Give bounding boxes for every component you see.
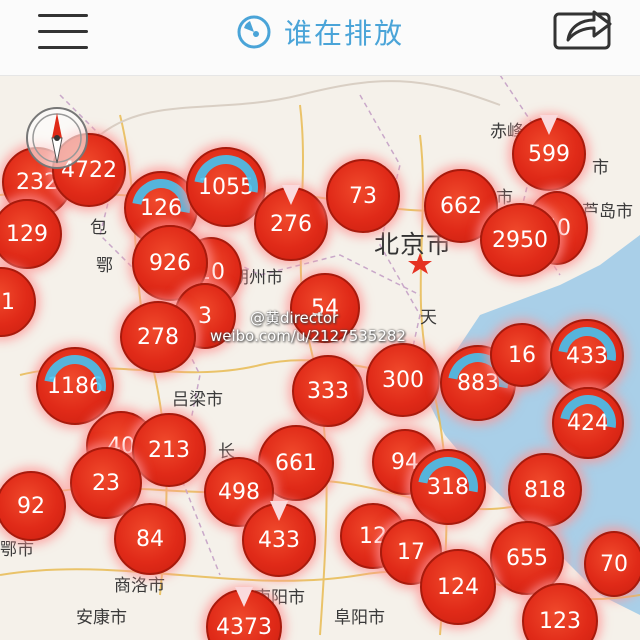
place-e: 鄂 — [96, 256, 113, 276]
watermark-line-1: @黄director — [250, 309, 339, 327]
emission-marker[interactable]: 333 — [292, 355, 364, 427]
place-fuyang: 阜阳市 — [334, 608, 385, 628]
emission-marker[interactable]: 276 — [254, 187, 328, 261]
emission-marker[interactable]: 16 — [490, 323, 554, 387]
app-logo-icon — [237, 15, 271, 49]
emission-marker[interactable]: 70 — [584, 531, 640, 597]
emission-marker[interactable]: 424 — [552, 387, 624, 459]
emission-map[interactable]: 赤峰 市 市 芦岛市 包 鄂 朔州市 北京市 天 吕梁市 长 商洛市 安康市 南… — [0, 75, 640, 640]
place-shangluo: 商洛市 — [114, 576, 165, 596]
place-huludao: 芦岛市 — [582, 202, 633, 222]
emission-marker[interactable]: 124 — [420, 549, 496, 625]
emission-marker[interactable]: 318 — [410, 449, 486, 525]
place-tian: 天 — [420, 308, 437, 328]
weibo-watermark: @黄director weibo.com/u/2127535282 — [210, 309, 406, 345]
emission-marker[interactable]: 433 — [550, 319, 624, 393]
share-icon[interactable] — [552, 4, 614, 52]
emission-marker[interactable]: 2950 — [480, 203, 560, 277]
watermark-line-2: weibo.com/u/2127535282 — [210, 327, 406, 345]
place-bao: 包 — [90, 218, 107, 238]
place-lvliang: 吕梁市 — [172, 390, 223, 410]
app-header: 谁在排放 — [0, 0, 640, 76]
menu-icon[interactable] — [38, 12, 88, 50]
emission-marker[interactable]: 433 — [242, 503, 316, 577]
emission-marker[interactable]: 1186 — [36, 347, 114, 425]
place-ankang: 安康市 — [76, 608, 127, 628]
compass-icon[interactable] — [22, 103, 92, 173]
emission-marker[interactable]: 213 — [132, 413, 206, 487]
emission-marker[interactable]: 278 — [120, 301, 196, 373]
emission-marker[interactable]: 599 — [512, 117, 586, 191]
emission-marker[interactable]: 818 — [508, 453, 582, 527]
place-shi-1: 市 — [592, 158, 609, 178]
page-title: 谁在排放 — [284, 17, 405, 50]
emission-marker[interactable]: 73 — [326, 159, 400, 233]
emission-marker[interactable]: 300 — [366, 343, 440, 417]
emission-marker[interactable]: 84 — [114, 503, 186, 575]
title-area: 谁在排放 — [236, 12, 404, 52]
